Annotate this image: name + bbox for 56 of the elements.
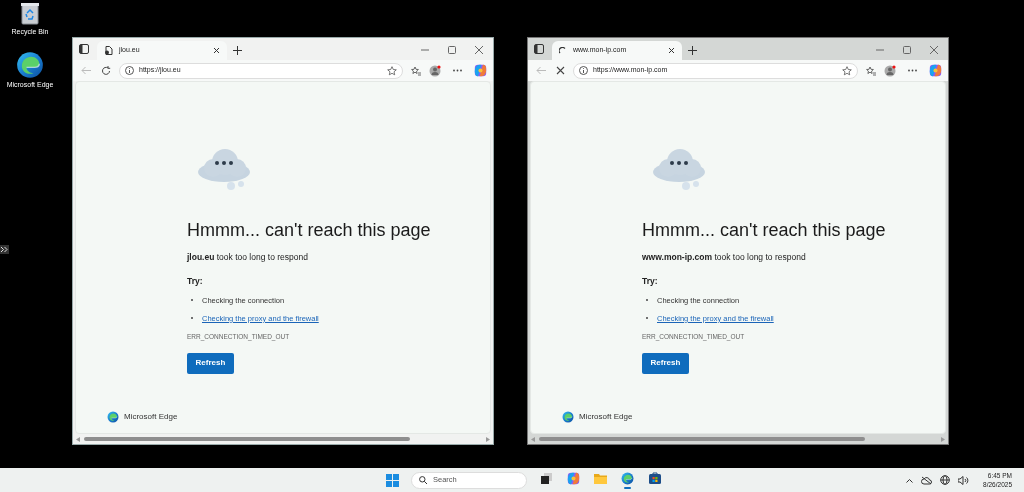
edge-logo-icon[interactable]: [621, 471, 634, 485]
globe-icon[interactable]: [940, 475, 951, 485]
recycle-bin-icon[interactable]: [19, 2, 41, 26]
refresh-button[interactable]: Refresh: [187, 352, 234, 374]
error-message: www.mon-ip.com took too long to respond: [642, 251, 807, 264]
cloud-offline-icon[interactable]: [921, 475, 933, 485]
speaker-icon[interactable]: [958, 475, 970, 485]
stop-icon[interactable]: [556, 66, 565, 75]
copilot-logo-icon[interactable]: [929, 64, 942, 77]
store-icon[interactable]: [648, 472, 661, 484]
maximize-icon[interactable]: [903, 46, 911, 54]
chevron-icon[interactable]: [0, 245, 9, 254]
try-label: Try:: [187, 274, 204, 288]
favorites-icon[interactable]: [411, 65, 421, 76]
maximize-icon[interactable]: [448, 46, 456, 54]
star-icon[interactable]: [387, 65, 397, 76]
chevron-up-icon[interactable]: [906, 477, 914, 483]
try-label: Try:: [642, 274, 659, 288]
close-icon[interactable]: [475, 46, 483, 54]
copilot-logo-icon[interactable]: [567, 471, 580, 485]
cloud-icon: [652, 148, 706, 192]
scrollbar-thumb[interactable]: [84, 437, 411, 441]
tab-actions-icon[interactable]: [79, 44, 89, 54]
info-icon: [579, 66, 588, 75]
error-heading: Hmmm... can't reach this page: [642, 219, 887, 242]
copilot-logo-icon[interactable]: [474, 64, 487, 77]
edge-logo-icon[interactable]: [16, 51, 44, 79]
error-heading: Hmmm... can't reach this page: [187, 219, 432, 242]
more-options-icon[interactable]: [908, 69, 917, 72]
brand-name: Microsoft Edge: [579, 411, 633, 423]
close-icon[interactable]: [213, 47, 220, 54]
scroll-left-icon[interactable]: [76, 436, 80, 442]
new-tab-icon[interactable]: [233, 46, 242, 55]
brand-name: Microsoft Edge: [124, 411, 178, 423]
edge-logo-icon: [107, 411, 119, 423]
error-message: jlou.eu took too long to respond: [187, 251, 309, 264]
tab-actions-icon[interactable]: [534, 44, 544, 54]
page-icon: [104, 46, 113, 55]
start-windows-icon[interactable]: [386, 473, 399, 487]
cloud-icon: [197, 148, 251, 192]
profile-avatar-icon[interactable]: [884, 64, 896, 77]
refresh-icon[interactable]: [101, 65, 111, 76]
close-icon[interactable]: [668, 47, 675, 54]
scrollbar-thumb[interactable]: [539, 437, 866, 441]
favorites-icon[interactable]: [866, 65, 876, 76]
star-icon[interactable]: [842, 65, 852, 76]
info-icon: [125, 66, 134, 75]
refresh-button[interactable]: Refresh: [642, 352, 689, 374]
scroll-right-icon[interactable]: [486, 436, 490, 442]
profile-avatar-icon[interactable]: [429, 64, 441, 77]
new-tab-icon[interactable]: [688, 46, 697, 55]
edge-logo-icon: [562, 411, 574, 423]
loading-spinner-icon: [559, 46, 567, 55]
search-icon: [419, 476, 427, 484]
task-view-icon[interactable]: [541, 472, 552, 484]
more-options-icon[interactable]: [453, 69, 462, 72]
